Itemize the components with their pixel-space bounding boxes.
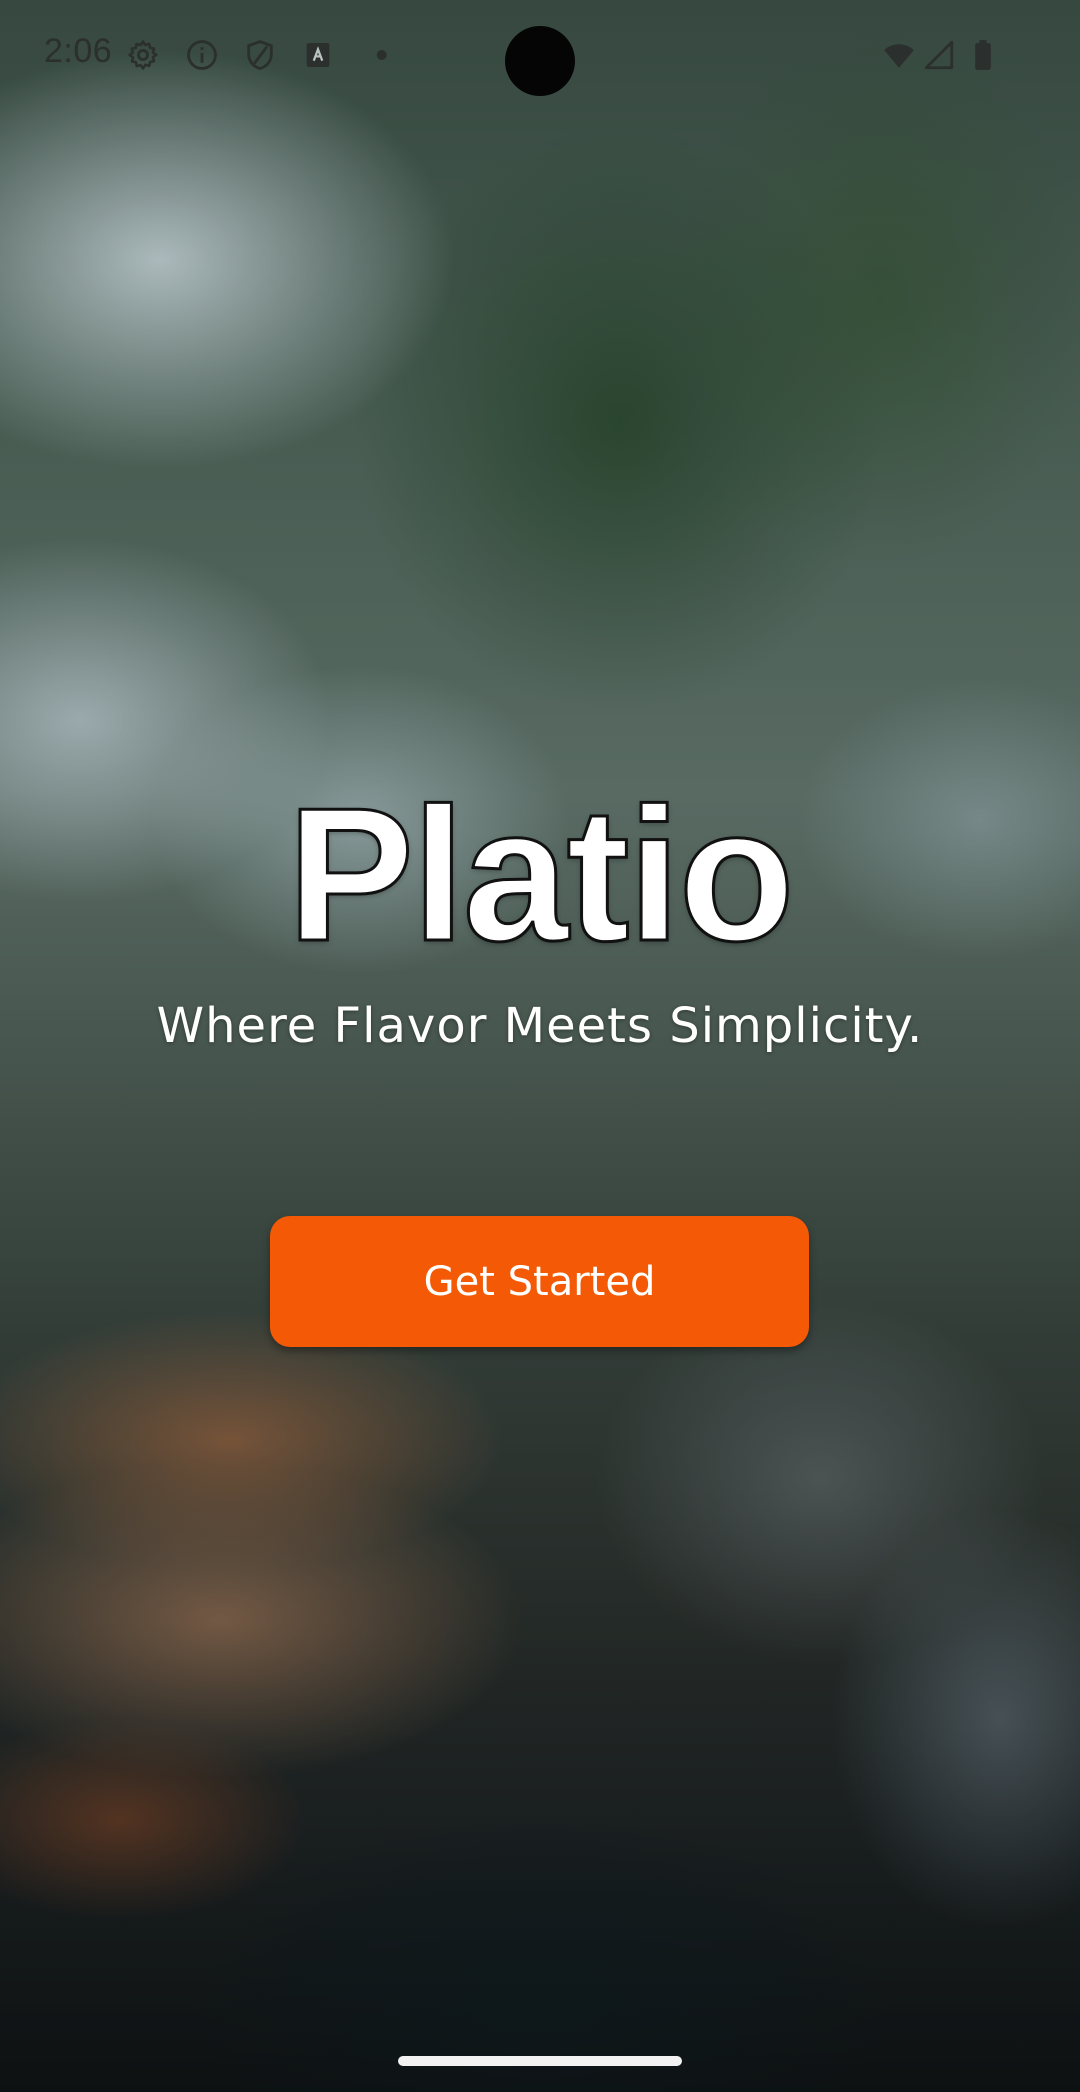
keyboard-icon xyxy=(306,42,330,68)
status-bar: 2:06 xyxy=(0,0,1080,110)
get-started-button[interactable]: Get Started xyxy=(270,1216,809,1347)
shield-icon xyxy=(247,40,273,70)
welcome-screen: 2:06 Platio Where Flavor Meets Simplicit… xyxy=(0,0,1080,2092)
app-title: Platio xyxy=(286,769,796,982)
tagline: Where Flavor Meets Simplicity. xyxy=(156,998,924,1054)
home-indicator[interactable] xyxy=(398,2056,682,2066)
info-icon xyxy=(187,40,217,70)
dot-icon xyxy=(376,50,387,60)
camera-cutout xyxy=(505,26,575,96)
battery-icon xyxy=(975,40,991,70)
status-time: 2:06 xyxy=(44,32,113,70)
gear-icon xyxy=(128,40,158,70)
hero: Platio Where Flavor Meets Simplicity. xyxy=(0,769,1080,1055)
wifi-icon xyxy=(884,44,914,68)
signal-icon xyxy=(924,40,954,70)
